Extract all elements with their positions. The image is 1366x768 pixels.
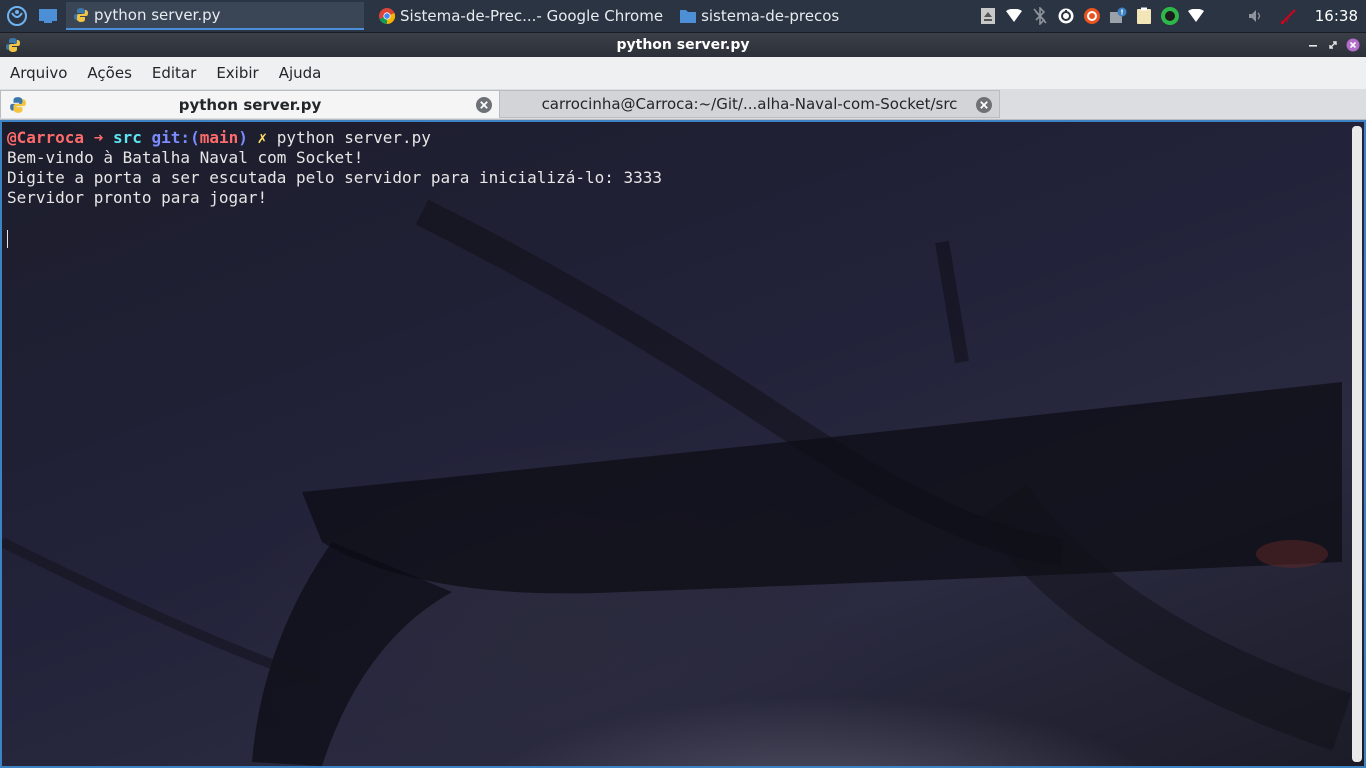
- prompt-arrow: ➜: [93, 128, 104, 147]
- sync-icon[interactable]: [1055, 5, 1077, 27]
- prompt-directory: src: [112, 128, 142, 147]
- terminal-output: @Carroca ➜ src git:(main) ✗ python serve…: [7, 128, 662, 248]
- python-icon: [72, 6, 90, 24]
- prompt-git-close: ): [238, 128, 248, 147]
- close-icon[interactable]: [1344, 36, 1362, 54]
- maximize-icon[interactable]: [1324, 36, 1342, 54]
- output-line: Servidor pronto para jogar!: [7, 188, 268, 207]
- python-icon: [9, 96, 27, 114]
- task-python-server[interactable]: python server.py: [66, 2, 364, 30]
- menu-editar[interactable]: Editar: [142, 64, 206, 82]
- task-folder[interactable]: sistema-de-precos: [673, 2, 845, 30]
- output-line: Digite a porta a ser escutada pelo servi…: [7, 168, 663, 187]
- tab-bar: python server.py carrocinha@Carroca:~/Gi…: [0, 89, 1366, 120]
- wifi-icon[interactable]: [1003, 5, 1025, 27]
- app-launcher-icon[interactable]: [4, 3, 30, 29]
- green-circle-icon[interactable]: [1159, 5, 1181, 27]
- menu-ajuda[interactable]: Ajuda: [269, 64, 332, 82]
- prompt-user: @Carroca: [7, 128, 85, 147]
- prompt-git-label: git:(: [151, 128, 200, 147]
- task-label: Sistema-de-Prec...- Google Chrome: [400, 7, 664, 25]
- tab-close-icon[interactable]: [475, 96, 493, 114]
- task-label: python server.py: [94, 6, 221, 24]
- menu-arquivo[interactable]: Arquivo: [0, 64, 77, 82]
- prompt-dirty-mark: ✗: [257, 128, 268, 147]
- task-label: sistema-de-precos: [701, 7, 840, 25]
- usb-drive-icon[interactable]: [977, 5, 999, 27]
- tab-close-icon[interactable]: [975, 96, 993, 114]
- prompt-command: python server.py: [276, 128, 431, 147]
- bluetooth-off-icon[interactable]: [1029, 5, 1051, 27]
- text-cursor: [7, 229, 8, 248]
- task-chrome[interactable]: Sistema-de-Prec...- Google Chrome: [372, 2, 669, 30]
- battery-icon[interactable]: [1277, 5, 1299, 27]
- menubar: Arquivo Ações Editar Exibir Ajuda: [0, 57, 1366, 89]
- terminal-view[interactable]: @Carroca ➜ src git:(main) ✗ python serve…: [0, 120, 1366, 768]
- minimize-icon[interactable]: [1304, 36, 1322, 54]
- system-tray: 16:38: [975, 0, 1366, 32]
- python-icon[interactable]: [5, 37, 21, 53]
- output-line: Bem-vindo à Batalha Naval com Socket!: [7, 148, 364, 167]
- volume-icon[interactable]: [1245, 5, 1267, 27]
- window-title: python server.py: [616, 37, 750, 53]
- window-controls: [1302, 36, 1362, 54]
- clock[interactable]: 16:38: [1315, 7, 1358, 25]
- show-desktop-icon[interactable]: [36, 4, 60, 28]
- menu-acoes[interactable]: Ações: [77, 64, 141, 82]
- tab-label: python server.py: [178, 95, 322, 114]
- update-icon[interactable]: [1081, 5, 1103, 27]
- notification-icon[interactable]: [1107, 5, 1129, 27]
- folder-icon: [679, 7, 697, 25]
- terminal-scrollbar[interactable]: [1352, 126, 1362, 762]
- tab-label: carrocinha@Carroca:~/Git/...alha-Naval-c…: [541, 95, 958, 113]
- window-titlebar[interactable]: python server.py: [0, 33, 1366, 57]
- prompt-line: @Carroca ➜ src git:(main) ✗ python serve…: [7, 128, 431, 147]
- prompt-branch: main: [199, 128, 239, 147]
- chrome-icon: [378, 7, 396, 25]
- network-icon[interactable]: [1185, 5, 1207, 27]
- clipboard-icon[interactable]: [1133, 5, 1155, 27]
- taskbar: python server.py Sistema-de-Prec...- Goo…: [0, 0, 1366, 32]
- tab-python-server[interactable]: python server.py: [0, 90, 500, 118]
- menu-exibir[interactable]: Exibir: [206, 64, 268, 82]
- tab-shell[interactable]: carrocinha@Carroca:~/Git/...alha-Naval-c…: [500, 90, 1000, 118]
